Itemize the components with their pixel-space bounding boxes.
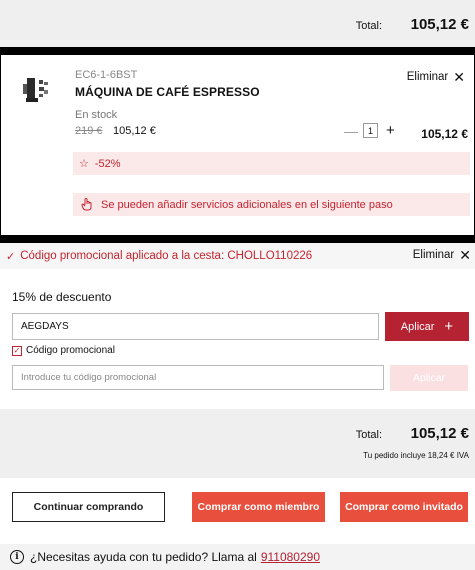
total-label: Total:	[355, 429, 382, 441]
promo-code-input[interactable]: Introduce tu código promocional	[12, 365, 384, 390]
product-name[interactable]: MÁQUINA DE CAFÉ ESPRESSO	[75, 85, 260, 99]
product-sku: EC6-1-6BST	[75, 69, 138, 81]
top-total-label: Total:	[355, 20, 382, 32]
remove-promo-button[interactable]: Eliminar ✕	[413, 248, 471, 262]
help-text: ¿Necesitas ayuda con tu pedido? Llama al	[30, 550, 257, 564]
iva-note: Tu pedido incluye 18,24 € IVA	[363, 451, 469, 460]
apply-discount-button[interactable]: Aplicar +	[385, 312, 469, 341]
remove-item-label: Eliminar	[406, 71, 449, 83]
remove-promo-label: Eliminar	[412, 249, 455, 261]
help-bar: i ¿Necesitas ayuda con tu pedido? Llama …	[0, 544, 475, 570]
promo-code-checkbox[interactable]: ✓	[12, 345, 22, 356]
increase-quantity-button[interactable]: +	[386, 122, 395, 139]
star-icon: ☆	[79, 158, 89, 170]
stock-status: En stock	[75, 109, 118, 121]
close-icon: ✕	[459, 247, 471, 263]
remove-item-button[interactable]: Eliminar ✕	[407, 70, 465, 84]
old-price: 219 €	[75, 125, 103, 137]
totals-panel: Total: 105,12 € Tu pedido incluye 18,24 …	[0, 409, 475, 478]
quantity-input[interactable]: 1	[363, 123, 378, 138]
line-total: 105,12 €	[421, 127, 468, 141]
quantity-stepper: — 1 +	[344, 122, 395, 139]
promo-code-checkbox-label: Código promocional	[26, 345, 115, 356]
check-icon: ✓	[6, 250, 16, 263]
services-note-text: Se pueden añadir servicios adicionales e…	[101, 198, 393, 211]
pointer-hand-icon	[81, 198, 92, 211]
buy-as-member-button[interactable]: Comprar como miembro	[192, 492, 325, 522]
continue-shopping-button[interactable]: Continuar comprando	[12, 492, 165, 522]
divider	[0, 47, 475, 55]
promo-code-checkbox-row[interactable]: ✓ Código promocional	[12, 345, 115, 356]
top-summary-bar: Total: 105,12 €	[0, 0, 475, 47]
buy-as-guest-button[interactable]: Comprar como invitado	[340, 492, 468, 522]
info-icon: i	[10, 550, 24, 564]
promo-applied-text: Código promocional aplicado a la cesta: …	[20, 250, 313, 262]
espresso-machine-image	[23, 78, 48, 102]
decrease-quantity-button[interactable]: —	[344, 123, 358, 139]
cart-item: EC6-1-6BST MÁQUINA DE CAFÉ ESPRESSO Elim…	[0, 55, 475, 235]
discount-badge: ☆ -52%	[73, 152, 470, 175]
discount-title: 15% de descuento	[12, 290, 112, 304]
apply-promo-button[interactable]: Aplicar	[390, 365, 468, 391]
discount-code-input[interactable]: AEGDAYS	[12, 313, 379, 340]
discount-percent: -52%	[94, 157, 121, 170]
services-note: Se pueden añadir servicios adicionales e…	[73, 193, 470, 216]
divider	[0, 235, 475, 243]
promo-applied-row: ✓ Código promocional aplicado a la cesta…	[0, 243, 475, 269]
close-icon: ✕	[453, 69, 465, 85]
top-total-value: 105,12 €	[410, 16, 469, 33]
new-price: 105,12 €	[113, 125, 156, 137]
phone-link[interactable]: 911080290	[261, 550, 320, 564]
total-value: 105,12 €	[410, 425, 469, 442]
apply-discount-label: Aplicar	[400, 320, 435, 333]
plus-icon: +	[444, 318, 454, 335]
